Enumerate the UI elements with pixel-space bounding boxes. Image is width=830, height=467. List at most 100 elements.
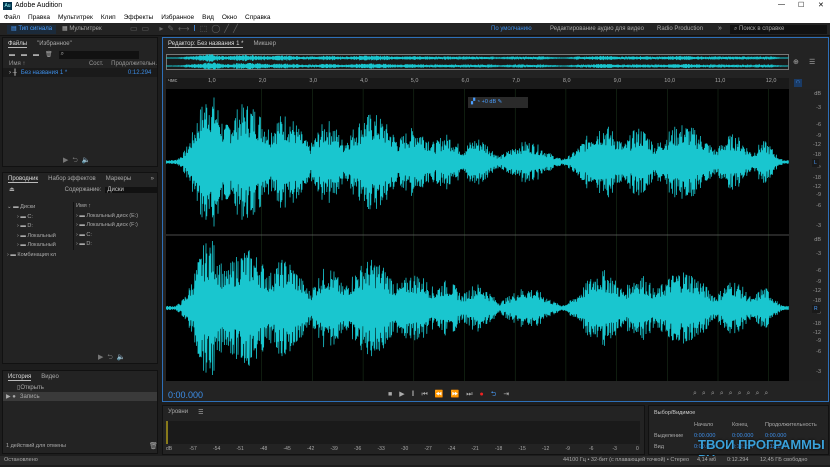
menu-icon[interactable]: ☰ bbox=[809, 58, 815, 66]
help-search-input[interactable]: ⌕ Поиск в справке bbox=[730, 25, 827, 34]
ruler-tick: 3,0 bbox=[309, 78, 318, 84]
maximize-button[interactable]: ☐ bbox=[798, 1, 804, 9]
menu-2[interactable]: Мультитрек bbox=[58, 14, 93, 21]
menu-8[interactable]: Справка bbox=[245, 14, 271, 21]
snap-icon[interactable]: ∩ bbox=[794, 79, 802, 87]
level-tick: -39 bbox=[330, 446, 338, 452]
drive-icon: › ▬ bbox=[7, 251, 18, 258]
zoom-controls[interactable]: ⌕⌕⌕⌕⌕⌕⌕⌕⌕ bbox=[693, 390, 773, 398]
tab-favorites[interactable]: "Избранное" bbox=[37, 41, 72, 47]
ruler-tick: 4,0 bbox=[360, 78, 368, 84]
col-status[interactable]: Сост. bbox=[89, 61, 111, 67]
status-bar: Остановлено 44100 Гц • 32-бит (с плавающ… bbox=[0, 456, 830, 465]
explorer-tree: ⌄ ▬ Диски › ▬ C: › ▬ D: › ▬ Локальный › ▬ Ло… bbox=[7, 203, 69, 260]
waveform-display[interactable] bbox=[166, 89, 789, 381]
transport-controls[interactable]: ■▶‖⏮⏪⏩⏭●⮌⇥ bbox=[388, 390, 516, 401]
tab-mixer[interactable]: Микшер bbox=[253, 41, 275, 47]
delete-icon[interactable]: 🗑 bbox=[45, 51, 53, 58]
tool-icons[interactable]: ▭▭ ▸✎⟷I⬚◯╱╱ bbox=[130, 24, 242, 33]
content-select[interactable]: Диски bbox=[105, 186, 157, 193]
tree-label: Локальный bbox=[27, 242, 56, 248]
drive-icon: › ▬ bbox=[17, 232, 28, 239]
more-tabs[interactable]: » bbox=[151, 176, 154, 182]
ruler-tick: 11,0 bbox=[715, 78, 726, 84]
tab-markers[interactable]: Маркеры bbox=[106, 176, 131, 182]
level-tick: -21 bbox=[471, 446, 479, 452]
list-label: Локальный диск (E:) bbox=[86, 212, 139, 219]
tab-explorer[interactable]: Проводник bbox=[8, 176, 39, 183]
files-panel: Файлы "Избранное" ▬ ▬ ▬ 🗑 ⌕ Имя ↑ Сост. Продолж… bbox=[2, 37, 158, 167]
list-item[interactable]: › ▬ C: bbox=[76, 231, 157, 241]
explorer-preview-controls[interactable]: ▶ ⮌ 🔈 bbox=[98, 353, 126, 364]
list-label: D: bbox=[86, 241, 92, 247]
tab-history[interactable]: История bbox=[8, 374, 32, 381]
list-item[interactable]: › ▬ Локальный диск (F:) bbox=[76, 221, 157, 231]
tree-item[interactable]: › ▬ Комбинация кл bbox=[7, 251, 69, 261]
level-tick: -6 bbox=[589, 446, 594, 452]
close-button[interactable]: ✕ bbox=[818, 1, 824, 9]
channel-L-button[interactable]: L bbox=[812, 159, 819, 167]
panel-menu-icon[interactable]: ☰ bbox=[198, 409, 203, 416]
status-free: 12,45 ГБ свободно bbox=[760, 457, 808, 463]
status-duration: 0:12.294 bbox=[727, 457, 749, 463]
gain-value: +0 dB bbox=[481, 99, 497, 105]
insert-icon[interactable]: ▬ bbox=[33, 52, 39, 58]
menu-7[interactable]: Окно bbox=[222, 14, 237, 21]
tree-item[interactable]: › ▬ D: bbox=[7, 222, 69, 232]
col-duration[interactable]: Продолжительн. bbox=[111, 61, 157, 67]
explorer-up-icon[interactable]: ⏏ bbox=[9, 186, 15, 193]
tree-label: Диски bbox=[20, 204, 36, 210]
tab-editor[interactable]: Редактор: Без названия 1 * bbox=[168, 41, 244, 48]
level-tick: -15 bbox=[518, 446, 526, 452]
menu-5[interactable]: Избранное bbox=[161, 14, 194, 21]
multitrack-view-button[interactable]: ▦ Мультитрек bbox=[62, 25, 102, 34]
workspace-video[interactable]: Редактирование аудио для видео bbox=[550, 26, 644, 32]
file-row[interactable]: › ╫ Без названия 1 * 0:12.294 bbox=[3, 68, 157, 77]
history-item[interactable]: ▯ Открыть bbox=[3, 383, 157, 392]
menu-4[interactable]: Эффекты bbox=[124, 14, 154, 21]
col-name[interactable]: Имя ↑ bbox=[9, 61, 89, 67]
db-label: -18 bbox=[813, 298, 821, 305]
more-workspaces-button[interactable]: » bbox=[718, 25, 722, 32]
menu-1[interactable]: Правка bbox=[28, 14, 50, 21]
zoom-icon[interactable]: ⊕ bbox=[793, 58, 799, 66]
waveform-view-button[interactable]: ▤ Тип сигнала bbox=[7, 25, 57, 34]
minimize-button[interactable]: — bbox=[778, 1, 785, 8]
history-item[interactable]: ▶ ● Запись bbox=[3, 392, 157, 401]
trash-icon[interactable]: 🗑 bbox=[149, 442, 158, 450]
drive-icon: › ▬ bbox=[76, 222, 87, 228]
ruler-tick: 5,0 bbox=[410, 78, 419, 84]
tree-item[interactable]: › ▬ Локальный bbox=[7, 232, 69, 242]
menu-6[interactable]: Вид bbox=[202, 14, 214, 21]
list-item[interactable]: › ▬ D: bbox=[76, 240, 157, 250]
col-duration: Продолжительность bbox=[765, 422, 817, 428]
tree-item[interactable]: › ▬ Локальный bbox=[7, 241, 69, 251]
workspace-radio[interactable]: Radio Production bbox=[657, 26, 703, 32]
preview-controls[interactable]: ▶ ⮌ 🔈 bbox=[63, 156, 91, 167]
folder-icon[interactable]: ▬ bbox=[9, 52, 15, 58]
selection-title: Выбор/Видимое bbox=[654, 410, 696, 416]
view-label: Вид bbox=[654, 444, 664, 450]
menu-3[interactable]: Клип bbox=[101, 14, 116, 21]
menu-0[interactable]: Файл bbox=[4, 14, 20, 21]
files-search-input[interactable]: ⌕ bbox=[58, 50, 139, 59]
level-tick: dB bbox=[166, 446, 173, 452]
ruler-tick: 10,0 bbox=[664, 78, 676, 84]
drive-icon: ⌄ ▬ bbox=[7, 204, 21, 210]
waveform-file-icon: › ╫ bbox=[9, 69, 17, 76]
tree-item[interactable]: › ▬ C: bbox=[7, 213, 69, 223]
time-ruler[interactable]: чмс 1,0 2,0 3,0 4,0 5,0 6,0 7,0 8,0 9,0 10,0 11,0 12… bbox=[166, 78, 789, 89]
workspace-default[interactable]: По умолчанию bbox=[491, 26, 532, 32]
tab-files[interactable]: Файлы bbox=[8, 41, 28, 48]
list-item[interactable]: › ▬ Локальный диск (E:) bbox=[76, 212, 157, 222]
col-start: Начало bbox=[694, 422, 714, 428]
tab-effects[interactable]: Набор эффектов bbox=[48, 176, 96, 182]
channel-R-button[interactable]: R bbox=[812, 305, 820, 313]
import-icon[interactable]: ▬ bbox=[21, 52, 27, 58]
col-end: Конец bbox=[732, 422, 748, 428]
list-col-name[interactable]: Имя ↑ bbox=[76, 202, 157, 212]
tab-video[interactable]: Видео bbox=[41, 374, 59, 380]
tree-item[interactable]: ⌄ ▬ Диски bbox=[7, 203, 69, 213]
overview-navigator[interactable] bbox=[166, 54, 789, 70]
hud-gain[interactable]: ▞ ◔ +0 dB ✎ bbox=[468, 97, 528, 108]
